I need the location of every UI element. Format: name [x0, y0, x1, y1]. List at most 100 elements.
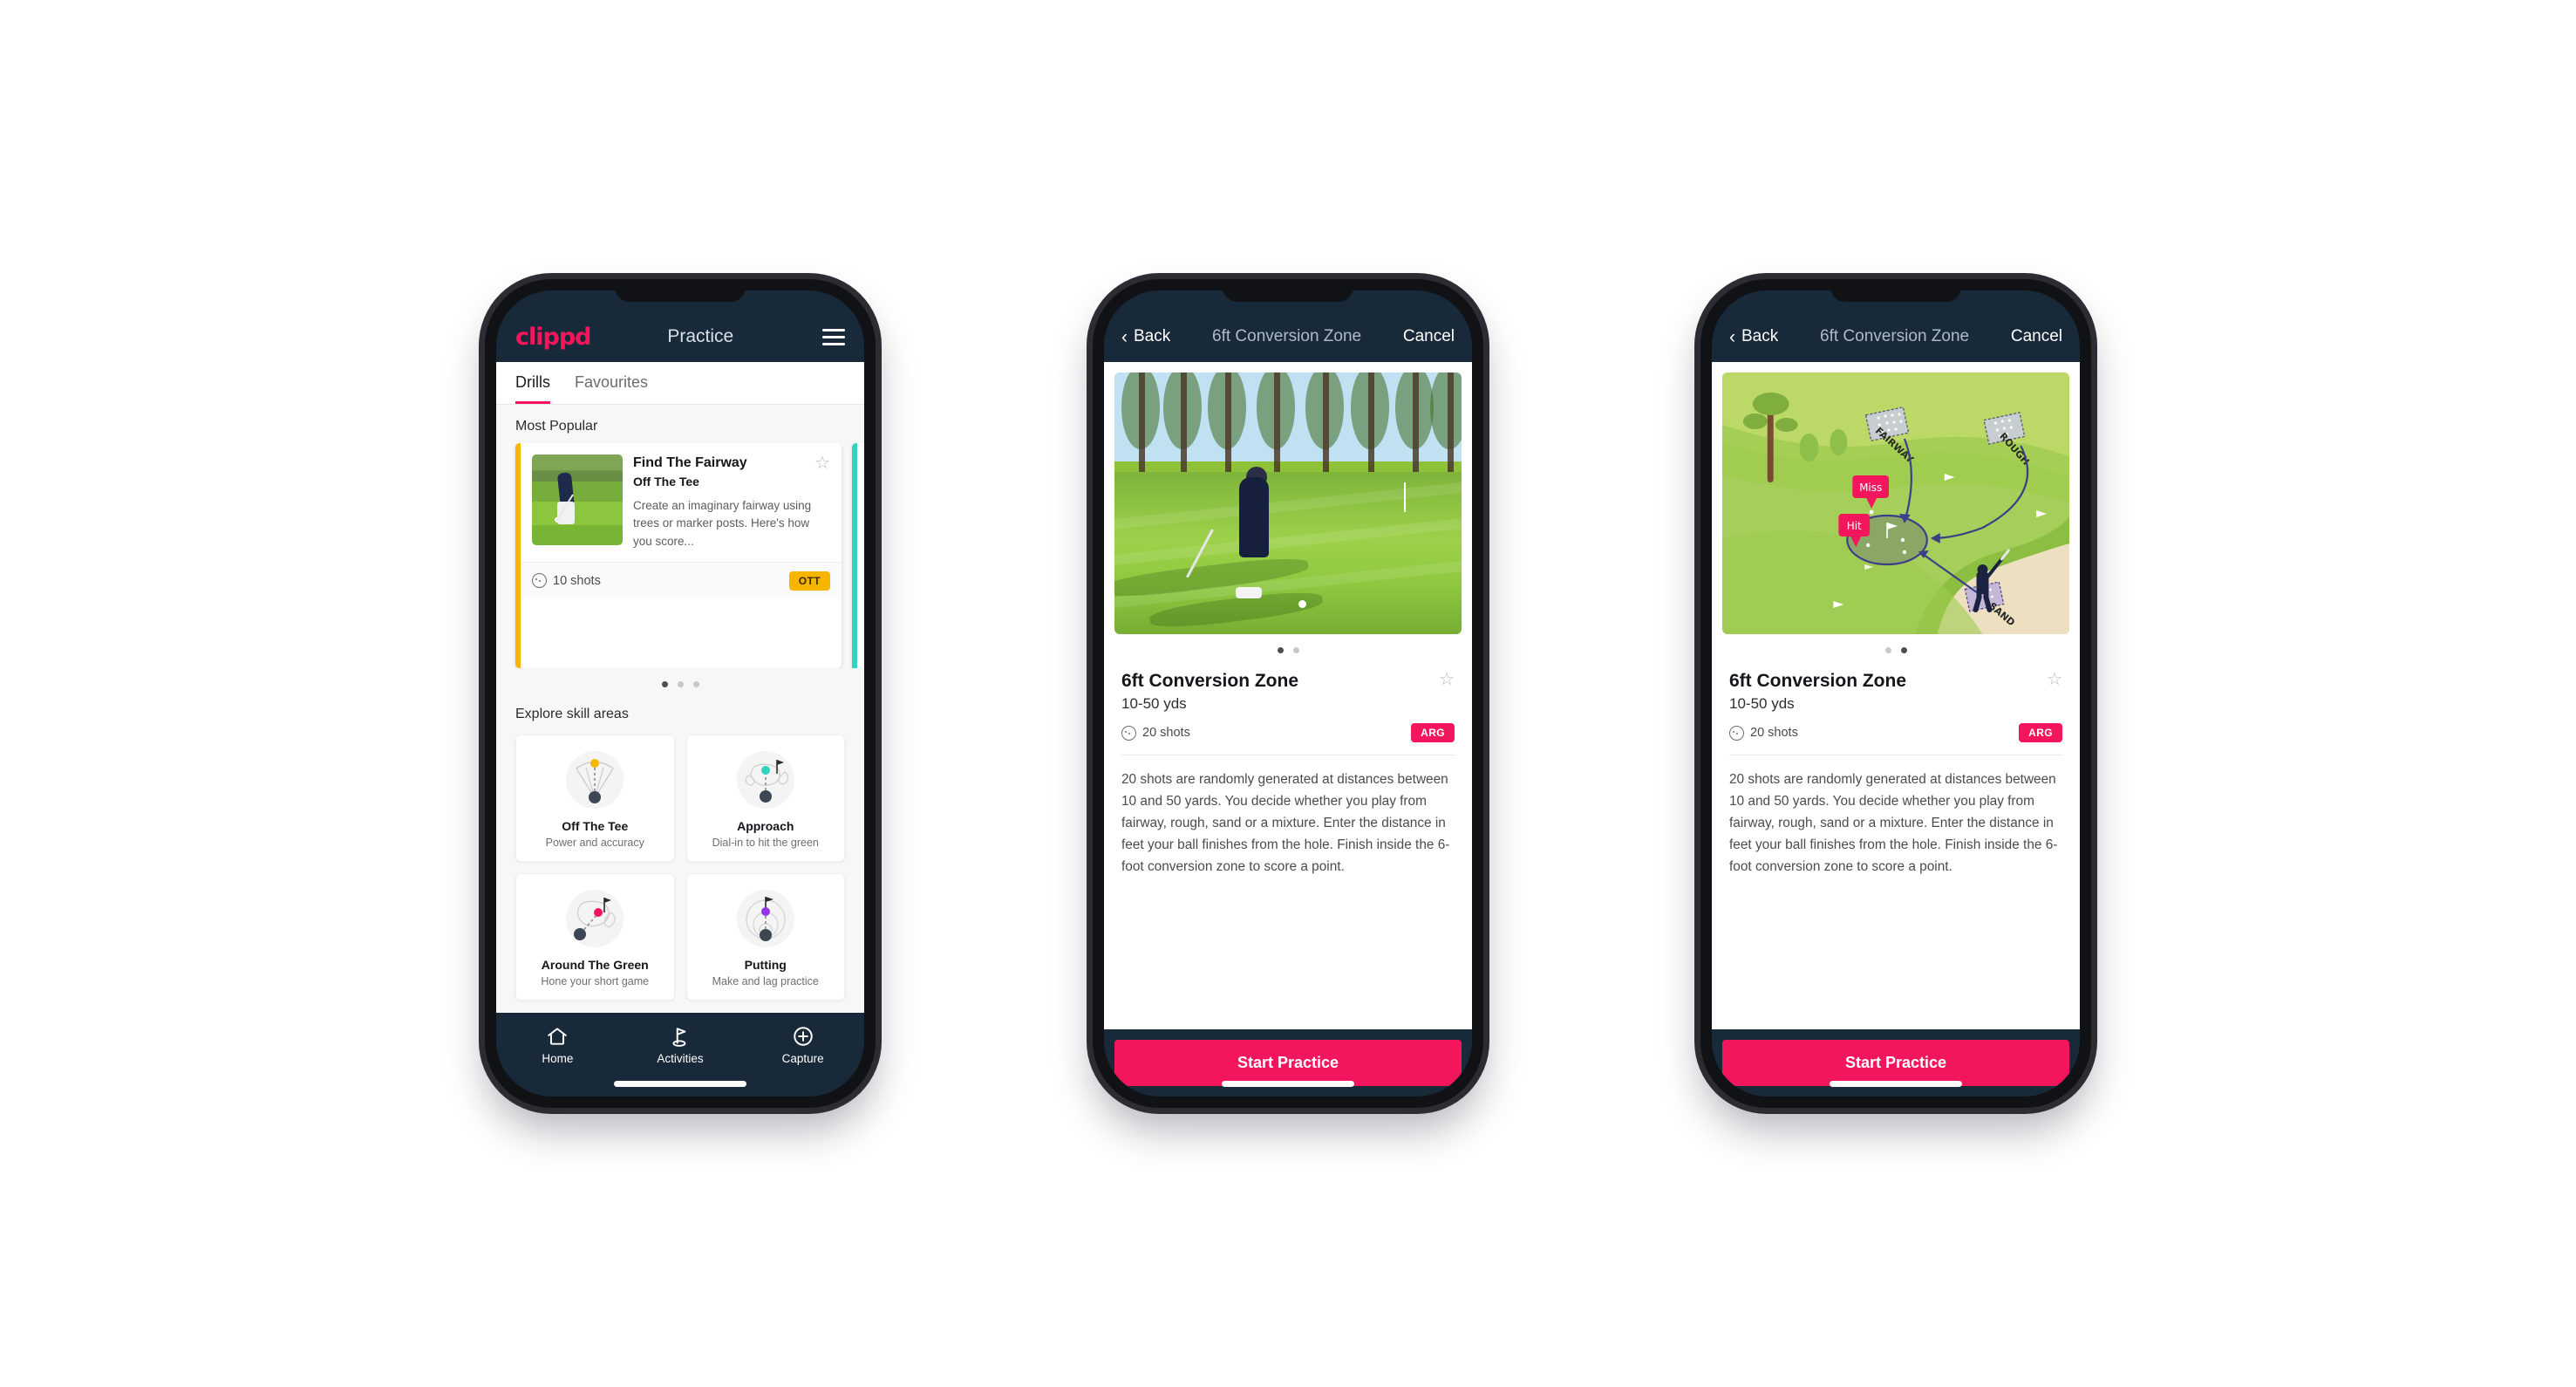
explore-label: Explore skill areas: [515, 707, 629, 721]
golf-ball-icon: [1121, 725, 1136, 741]
carousel-dots: [496, 668, 864, 693]
page-title: Practice: [667, 326, 734, 346]
golf-ball: [1298, 600, 1306, 608]
cancel-button[interactable]: Cancel: [1403, 327, 1455, 346]
shots-label: 20 shots: [1750, 726, 1798, 740]
star-outline-icon[interactable]: ☆: [1439, 671, 1455, 688]
golfer-putting-photo: [1114, 372, 1462, 634]
star-outline-icon[interactable]: ☆: [814, 454, 830, 472]
skill-card-around-the-green[interactable]: Around The Green Hone your short game: [515, 873, 675, 1001]
tab-favourites[interactable]: Favourites: [575, 362, 648, 404]
tab-drills[interactable]: Drills: [515, 362, 550, 404]
screen-2: ‹ Back 6ft Conversion Zone Cancel 6ft Co…: [1104, 290, 1472, 1097]
putting-rings-icon: [733, 886, 798, 951]
golfer-body: [1239, 477, 1270, 557]
skill-badge-arg: ARG: [1411, 723, 1455, 742]
media-dots: [1712, 634, 2080, 659]
golf-course-diagram: FAIRWAY ROUGH SAND Miss Hit: [1722, 372, 2069, 634]
back-label: Back: [1134, 327, 1171, 345]
shots-label: 20 shots: [1142, 726, 1190, 740]
chip-green-icon: [562, 886, 627, 951]
drill-description: Create an imaginary fairway using trees …: [633, 499, 812, 548]
tee-fan-icon: [562, 748, 627, 812]
skill-badge-arg: ARG: [2019, 723, 2062, 742]
drill-media-illustration[interactable]: FAIRWAY ROUGH SAND Miss Hit: [1722, 372, 2069, 634]
fairway-turf: [1114, 472, 1462, 634]
content-spacer: [1104, 878, 1472, 1029]
drill-card[interactable]: Find The Fairway Off The Tee ☆ Create an…: [515, 443, 842, 668]
screen-1-body: Drills Favourites Most Popular Find The …: [496, 362, 864, 1013]
start-practice-button[interactable]: Start Practice: [1114, 1040, 1462, 1086]
approach-green-icon: [733, 748, 798, 812]
drill-subtitle: Off The Tee: [633, 475, 699, 489]
golf-flag-icon: [672, 1028, 686, 1047]
media-dot-2[interactable]: [1900, 647, 1907, 653]
start-practice-button[interactable]: Start Practice: [1722, 1040, 2069, 1086]
drill-title: Find The Fairway: [633, 455, 747, 470]
golf-ball-icon: [1729, 725, 1744, 741]
tabbar-item-home[interactable]: Home: [496, 1025, 619, 1065]
drill-description: 20 shots are randomly generated at dista…: [1121, 772, 1450, 874]
shots-count: 20 shots: [1121, 725, 1190, 741]
shots-count: 10 shots: [532, 573, 601, 589]
back-label: Back: [1741, 327, 1779, 345]
media-dot-2[interactable]: [1292, 647, 1299, 653]
tabbar-item-activities[interactable]: Activities: [619, 1025, 742, 1065]
home-icon: [548, 1028, 568, 1045]
distant-flag: [1404, 482, 1407, 512]
tabbar-label: Home: [542, 1052, 574, 1065]
drill-detail-subtitle: 10-50 yds: [1121, 695, 1187, 712]
content-spacer: [1712, 878, 2080, 1029]
drill-thumbnail: [532, 454, 623, 545]
detail-title: 6ft Conversion Zone: [1212, 327, 1362, 345]
carousel-dot-2[interactable]: [677, 681, 684, 687]
screen-2-body: 6ft Conversion Zone 10-50 yds ☆ 20 shots…: [1104, 362, 1472, 1029]
shots-count: 20 shots: [1729, 725, 1798, 741]
drill-card-top: Find The Fairway Off The Tee ☆ Create an…: [521, 443, 842, 562]
tab-bar: Drills Favourites: [496, 362, 864, 405]
phone-drill-detail-photo: ‹ Back 6ft Conversion Zone Cancel 6ft Co…: [1093, 279, 1483, 1108]
skill-desc: Hone your short game: [541, 975, 650, 987]
media-dot-1[interactable]: [1277, 647, 1284, 653]
skill-card-approach[interactable]: Approach Dial-in to hit the green: [685, 734, 845, 862]
carousel-dot-3[interactable]: [692, 681, 699, 687]
drill-detail-subtitle: 10-50 yds: [1729, 695, 1795, 712]
skill-card-off-the-tee[interactable]: Off The Tee Power and accuracy: [515, 734, 675, 862]
back-button[interactable]: ‹ Back: [1729, 327, 1778, 346]
media-dot-1[interactable]: [1884, 647, 1891, 653]
drill-detail-title: 6ft Conversion Zone: [1729, 671, 1907, 691]
home-indicator: [614, 1081, 746, 1087]
drill-media-photo[interactable]: [1114, 372, 1462, 634]
back-button[interactable]: ‹ Back: [1121, 327, 1170, 346]
tabbar-label: Capture: [781, 1052, 824, 1065]
screen-3-body: FAIRWAY ROUGH SAND Miss Hit 6ft Conversi…: [1712, 362, 2080, 1029]
golfer-shoes: [1236, 587, 1263, 598]
label-hit: Hit: [1847, 520, 1862, 532]
cancel-button[interactable]: Cancel: [2011, 327, 2062, 346]
phone-practice-list: clippd Practice Drills Favourites Most P…: [485, 279, 876, 1108]
media-dots: [1104, 634, 1472, 659]
skill-name: Approach: [737, 819, 794, 833]
hamburger-icon[interactable]: [822, 328, 845, 345]
home-indicator: [1830, 1081, 1962, 1087]
label-miss: Miss: [1859, 482, 1882, 494]
detail-title: 6ft Conversion Zone: [1820, 327, 1970, 345]
most-popular-carousel[interactable]: Find The Fairway Off The Tee ☆ Create an…: [496, 443, 864, 668]
tabbar-item-capture[interactable]: Capture: [741, 1025, 864, 1065]
shots-label: 10 shots: [553, 573, 601, 588]
skill-card-putting[interactable]: Putting Make and lag practice: [685, 873, 845, 1001]
tabbar-label: Activities: [657, 1052, 704, 1065]
skill-desc: Power and accuracy: [545, 837, 644, 849]
drill-card-next-peek[interactable]: [852, 443, 864, 668]
skill-name: Off The Tee: [562, 819, 629, 833]
carousel-dot-1[interactable]: [661, 681, 668, 687]
canvas: clippd Practice Drills Favourites Most P…: [0, 0, 2576, 1387]
drill-info: Find The Fairway Off The Tee ☆ Create an…: [633, 454, 830, 550]
drill-card-footer: 10 shots OTT: [521, 561, 842, 599]
skill-badge-ott: OTT: [788, 571, 830, 591]
chevron-left-icon: ‹: [1729, 326, 1735, 347]
skill-areas-grid: Off The Tee Power and accuracy Approach …: [496, 731, 864, 1013]
chevron-left-icon: ‹: [1121, 326, 1128, 347]
star-outline-icon[interactable]: ☆: [2047, 671, 2062, 688]
golf-ball-icon: [532, 573, 547, 589]
